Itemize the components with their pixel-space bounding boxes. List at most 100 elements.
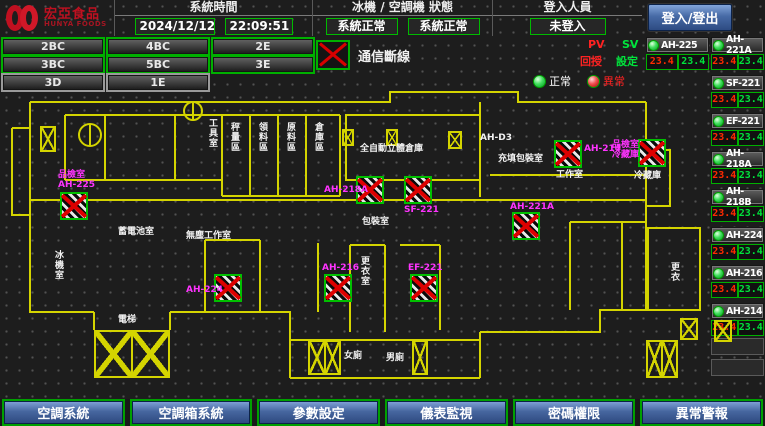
bottom-button-參數設定[interactable]: 參數設定 <box>259 401 378 424</box>
bottom-button-儀表監視[interactable]: 儀表監視 <box>387 401 506 424</box>
unit-label: AH-221A <box>726 34 763 56</box>
login-user-label: 登入人員 <box>493 0 642 16</box>
room-label: AH-D3 <box>480 133 512 143</box>
floor-button-5BC[interactable]: 5BC <box>108 57 208 72</box>
sv-value: 23.4 <box>738 130 765 146</box>
stairs-icon <box>680 318 698 340</box>
unit-label: SF-221 <box>726 78 760 89</box>
room-label: 充填包裝室 <box>498 151 543 164</box>
stairs-icon <box>412 340 428 375</box>
marker-AH-225[interactable] <box>60 192 88 220</box>
room-label: 秤量區 <box>228 122 241 152</box>
abnormal-led-icon <box>587 75 600 88</box>
room-label: 工具室 <box>206 118 219 148</box>
bottom-nav: 空調系統空調箱系統參數設定儀表監視密碼權限異常警報 <box>0 399 765 426</box>
pv-value: 23.4 <box>711 130 738 146</box>
pv-label: PV <box>588 38 605 51</box>
floor-button-2BC[interactable]: 2BC <box>3 39 103 54</box>
unit-values: 23.423.4 <box>711 244 764 260</box>
bottom-button-空調箱系統[interactable]: 空調箱系統 <box>132 401 251 424</box>
unit-values: 23.423.4 <box>711 282 764 298</box>
sv-value: 23.4 <box>738 54 765 70</box>
pv-value: 23.4 <box>711 168 738 184</box>
sv-value: 23.4 <box>738 320 765 336</box>
marker-EF-221[interactable] <box>410 274 438 302</box>
marker-label-EF-221: EF-221 <box>408 263 443 273</box>
unit-name-row[interactable]: AH-218A <box>711 151 764 167</box>
logo-sub: HUNYA FOODS <box>44 21 107 28</box>
unit-name-row[interactable]: AH-221A <box>711 37 764 53</box>
marker-label-AH-218A: AH-218A <box>324 185 368 195</box>
room-label: 工作室 <box>556 167 583 180</box>
abnormal-label: 異常 <box>603 73 625 89</box>
marker-label-AH-225: 品檢室AH-225 <box>58 170 95 191</box>
unit-AH-218B: AH-218B23.423.4 <box>711 189 764 222</box>
marker-AH-221A[interactable] <box>512 212 540 240</box>
normal-led-icon <box>533 75 546 88</box>
floor-button-2E[interactable]: 2E <box>213 39 313 54</box>
unit-name-row[interactable]: AH-216 <box>711 265 764 281</box>
bottom-button-空調系統[interactable]: 空調系統 <box>4 401 123 424</box>
sv-value: 23.4 <box>738 244 765 260</box>
status-led-icon <box>713 268 724 279</box>
hmi-screen: 宏亞食品 HUNYA FOODS 系統時間 2024/12/12 22:09:5… <box>0 0 765 426</box>
bottom-button-異常警報[interactable]: 異常警報 <box>642 401 761 424</box>
unit-label: AH-218B <box>726 186 763 208</box>
system-time-section: 系統時間 2024/12/12 22:09:51 <box>114 0 312 36</box>
sv-label: SV <box>622 38 638 51</box>
unit-AH-225: AH-22523.423.4 <box>646 37 709 70</box>
pv-value: 23.4 <box>711 282 738 298</box>
stairs-icon <box>94 330 170 378</box>
unit-AH-221A: AH-221A23.423.4 <box>711 37 764 70</box>
marker-label-AH-224: AH-224 <box>186 285 223 295</box>
room-label: 更衣 <box>668 262 681 282</box>
bottom-button-密碼權限[interactable]: 密碼權限 <box>515 401 634 424</box>
room-label: 更衣室 <box>358 256 371 286</box>
floor-button-3BC[interactable]: 3BC <box>3 57 103 72</box>
status-led-icon <box>713 230 724 241</box>
floor-nav: 2BC 4BC 2E 3BC 5BC 3E 3D 1E <box>3 39 313 90</box>
unit-values: 23.423.4 <box>711 206 764 222</box>
status-led-icon <box>713 154 724 165</box>
login-section: 登入人員 未登入 <box>492 0 642 36</box>
logo-icon <box>6 5 40 31</box>
ahu-status: 系統正常 <box>408 18 480 35</box>
unit-AH-224: AH-224 23.423.4 <box>711 227 764 260</box>
marker-SF-221[interactable] <box>404 176 432 204</box>
machine-status-section: 冰機 / 空調機 狀態 系統正常 系統正常 <box>312 0 492 36</box>
sv-value: 23.4 <box>738 168 765 184</box>
floor-button-3E[interactable]: 3E <box>213 57 313 72</box>
marker-AH-214[interactable] <box>554 140 582 168</box>
sv-value: 23.4 <box>738 282 765 298</box>
sv-value: 23.4 <box>738 206 765 222</box>
unit-values: 23.423.4 <box>646 54 709 70</box>
floor-button-3D[interactable]: 3D <box>3 75 103 90</box>
unit-name-row[interactable]: AH-224 <box>711 227 764 243</box>
marker-AH-218B[interactable] <box>638 139 666 167</box>
stairs-icon <box>448 131 462 149</box>
unit-label: AH-224 <box>726 230 762 241</box>
unit-SF-221: SF-22123.423.4 <box>711 75 764 108</box>
unit-name-row[interactable]: AH-218B <box>711 189 764 205</box>
floor-button-1E[interactable]: 1E <box>108 75 208 90</box>
state-legend: 正常 異常 <box>533 73 625 89</box>
unit-name-row[interactable]: EF-221 <box>711 113 764 129</box>
marker-AH-216[interactable] <box>324 274 352 302</box>
unit-name-row[interactable]: AH-225 <box>646 37 709 53</box>
room-label: 冷藏庫 <box>634 168 661 181</box>
unit-label: AH-218A <box>726 148 763 170</box>
stairs-icon <box>342 129 354 146</box>
unit-name-row[interactable]: SF-221 <box>711 75 764 91</box>
status-led-icon <box>648 40 659 51</box>
marker-label-AH-218B: 品檢室冷藏庫 <box>612 140 639 161</box>
machine-status-label: 冰機 / 空調機 狀態 <box>313 0 492 16</box>
login-logout-button[interactable]: 登入/登出 <box>648 4 732 31</box>
pv-value: 23.4 <box>711 92 738 108</box>
room-label: 倉庫區 <box>312 122 325 152</box>
status-led-icon <box>713 78 724 89</box>
system-date-value: 2024/12/12 <box>135 18 215 35</box>
room-label: 冰機室 <box>52 250 65 280</box>
floor-button-4BC[interactable]: 4BC <box>108 39 208 54</box>
unit-values: 23.423.4 <box>711 54 764 70</box>
unit-name-row[interactable]: AH-214 <box>711 303 764 319</box>
